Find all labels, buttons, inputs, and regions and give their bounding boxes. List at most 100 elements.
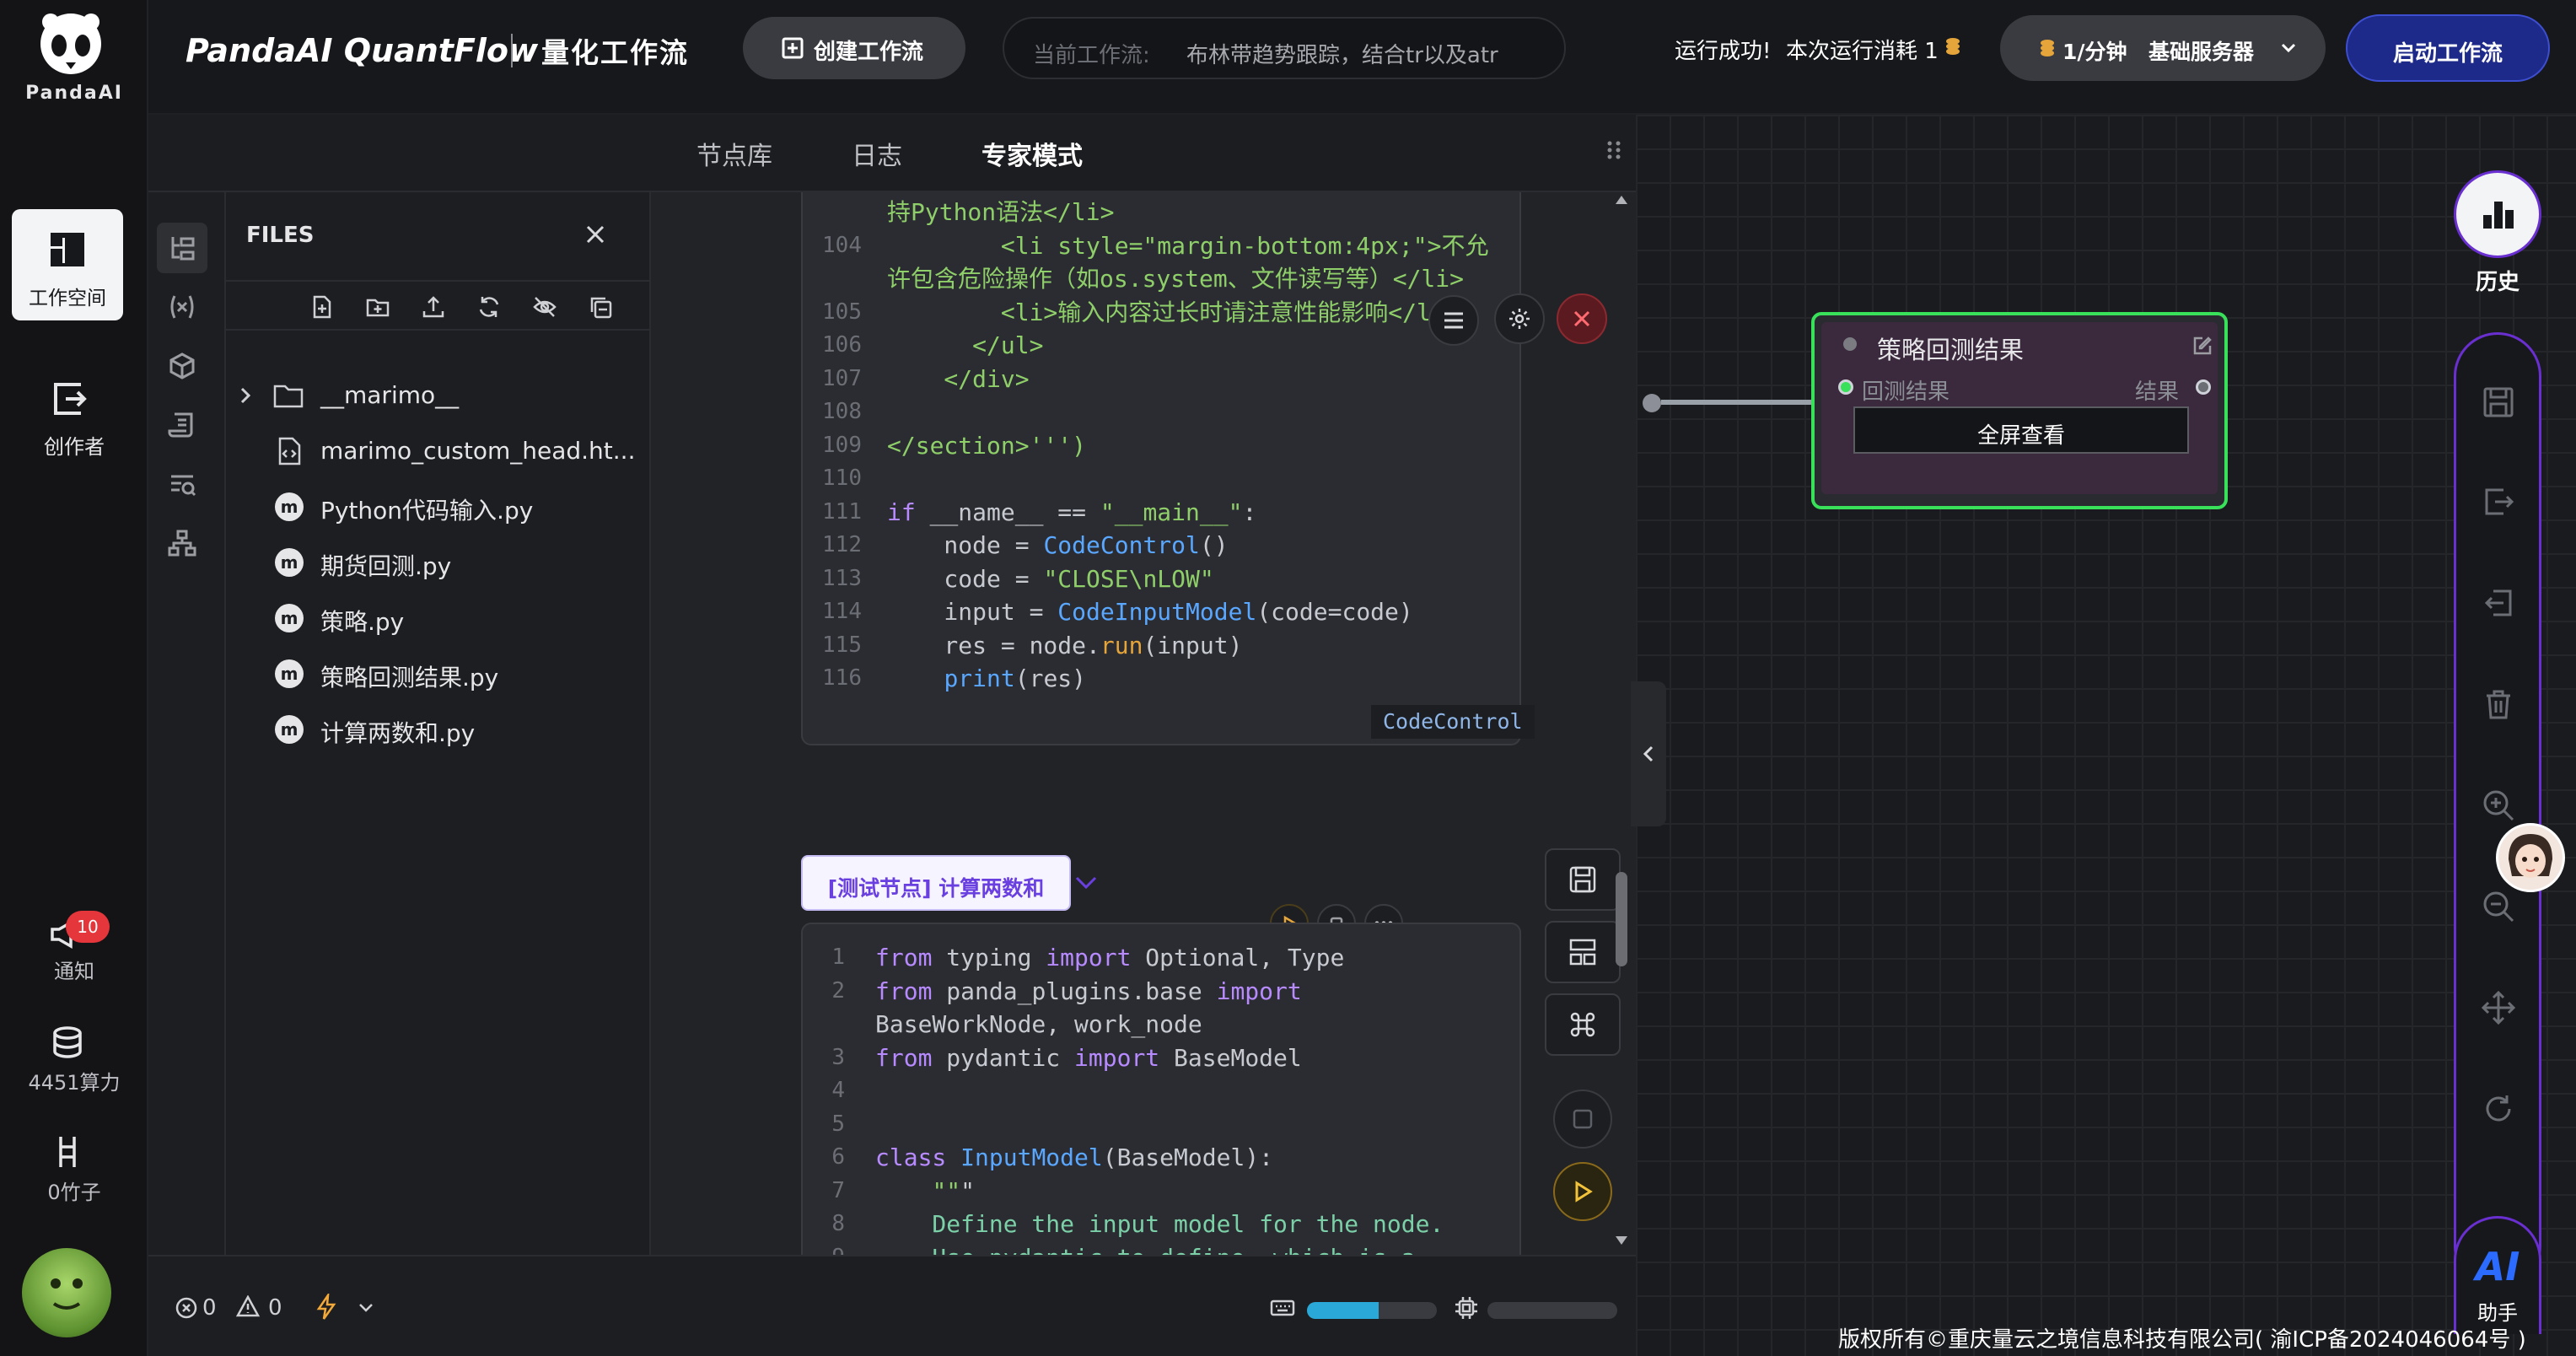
code-line: 5 bbox=[803, 1108, 1511, 1141]
code-text: from typing import Optional, Type bbox=[875, 944, 1345, 971]
line-number: 9 bbox=[786, 1241, 845, 1256]
add-square-icon bbox=[782, 37, 804, 59]
save-icon[interactable] bbox=[2478, 382, 2519, 422]
tab-log[interactable]: 日志 bbox=[852, 135, 902, 172]
import-icon[interactable] bbox=[2478, 583, 2519, 623]
code-cell-1[interactable]: 持Python语法</li> 104 <li style="margin-bott… bbox=[801, 192, 1535, 745]
current-workflow-box[interactable]: 当前工作流: 布林带趋势跟踪，结合tr以及atr bbox=[1003, 17, 1566, 79]
tab-expert-mode[interactable]: 专家模式 bbox=[981, 135, 1083, 172]
run-all-button[interactable] bbox=[1553, 1162, 1612, 1221]
start-workflow-button[interactable]: 启动工作流 bbox=[2346, 14, 2550, 82]
output-port[interactable] bbox=[2196, 379, 2211, 395]
cell-delete-button[interactable] bbox=[1557, 293, 1607, 344]
left-rail: PandaAI 工作空间 创作者 10 通知 4451算力 0竹子 bbox=[0, 0, 148, 1356]
file-item[interactable]: m 期货回测.py bbox=[226, 538, 651, 585]
lightning-icon[interactable] bbox=[315, 1294, 337, 1321]
collapse-all-icon[interactable] bbox=[583, 290, 617, 324]
chevron-down-icon[interactable] bbox=[358, 1302, 374, 1314]
workspace-nav[interactable]: 工作空间 bbox=[12, 209, 123, 320]
network-icon[interactable] bbox=[157, 518, 207, 568]
upload-icon[interactable] bbox=[417, 290, 450, 324]
file-item[interactable]: m 策略回测结果.py bbox=[226, 649, 651, 697]
marimo-file-icon: m bbox=[275, 492, 304, 521]
zoom-in-icon[interactable] bbox=[2478, 785, 2519, 826]
input-port-label: 回测结果 bbox=[1862, 379, 1950, 405]
drag-handle-icon[interactable] bbox=[1605, 140, 1624, 160]
file-tree-icon[interactable] bbox=[157, 223, 207, 273]
assistant-button[interactable]: AI 助手 bbox=[2454, 1216, 2541, 1334]
node-status-dot bbox=[1843, 337, 1857, 351]
scroll-down-icon[interactable] bbox=[1614, 1235, 1629, 1246]
export-icon[interactable] bbox=[2478, 482, 2519, 522]
refresh-icon[interactable] bbox=[2478, 1089, 2519, 1129]
line-number: 111 bbox=[822, 498, 862, 525]
stop-all-button[interactable] bbox=[1553, 1090, 1612, 1149]
move-icon[interactable] bbox=[2478, 987, 2519, 1028]
cpu-usage-bar bbox=[1487, 1302, 1617, 1319]
command-button[interactable] bbox=[1545, 993, 1621, 1056]
avatar[interactable] bbox=[22, 1248, 111, 1337]
chevron-down-icon[interactable] bbox=[1074, 875, 1098, 891]
current-flow-label: 当前工作流: bbox=[1033, 43, 1150, 68]
new-file-icon[interactable] bbox=[305, 290, 339, 324]
scroll-doc-icon[interactable] bbox=[157, 400, 207, 450]
marimo-file-icon: m bbox=[275, 548, 304, 577]
code-line: 4 bbox=[803, 1074, 1511, 1107]
run-cost: 本次运行消耗 1 bbox=[1786, 39, 1939, 64]
create-workflow-label: 创建工作流 bbox=[814, 40, 924, 65]
code-text: Use pydantic to define, which is a bbox=[875, 1241, 1415, 1256]
create-workflow-button[interactable]: 创建工作流 bbox=[743, 17, 965, 79]
scroll-up-icon[interactable] bbox=[1614, 194, 1629, 206]
code-line: 108 bbox=[803, 396, 1511, 428]
close-icon[interactable] bbox=[585, 224, 605, 245]
folder-item[interactable]: __marimo__ bbox=[226, 371, 651, 418]
test-node-label[interactable]: [测试节点] 计算两数和 bbox=[801, 855, 1071, 911]
code-text: </ul> bbox=[887, 331, 1044, 359]
cell-settings-button[interactable] bbox=[1494, 293, 1545, 344]
chevron-right-icon[interactable] bbox=[239, 386, 251, 405]
zoom-out-icon[interactable] bbox=[2478, 886, 2519, 927]
new-folder-icon[interactable] bbox=[361, 290, 395, 324]
edge-handle[interactable] bbox=[1643, 394, 1661, 412]
coin-icon bbox=[2039, 39, 2056, 57]
vertical-scrollbar[interactable] bbox=[1616, 872, 1627, 966]
layout-cell-button[interactable] bbox=[1545, 921, 1621, 983]
tab-node-library[interactable]: 节点库 bbox=[696, 135, 772, 172]
variables-icon[interactable] bbox=[157, 282, 207, 332]
bamboo-icon bbox=[52, 1135, 83, 1169]
refresh-files-icon[interactable] bbox=[472, 290, 506, 324]
file-item[interactable]: m Python代码输入.py bbox=[226, 482, 651, 530]
code-cell-2-lines: 1 from typing import Optional, Type 2 from … bbox=[803, 941, 1519, 1255]
creator-icon[interactable] bbox=[49, 379, 88, 418]
line-number: 2 bbox=[831, 977, 845, 1004]
line-number: 115 bbox=[822, 632, 862, 658]
file-item[interactable]: m 计算两数和.py bbox=[226, 705, 651, 752]
code-text: """ bbox=[932, 1176, 976, 1205]
edit-icon[interactable] bbox=[2192, 336, 2213, 356]
history-label: 历史 bbox=[2475, 270, 2520, 295]
file-item[interactable]: m 策略.py bbox=[226, 594, 651, 641]
trash-icon[interactable] bbox=[2478, 684, 2519, 724]
workspace-label: 工作空间 bbox=[29, 288, 106, 309]
line-number: 4 bbox=[831, 1078, 845, 1103]
code-cell-2[interactable]: 1 from typing import Optional, Type 2 from … bbox=[801, 923, 1521, 1255]
file-item-name: 计算两数和.py bbox=[320, 719, 476, 747]
notify-label[interactable]: 通知 bbox=[0, 955, 148, 984]
save-cell-button[interactable] bbox=[1545, 848, 1621, 911]
test-node-text: [测试节点] 计算两数和 bbox=[827, 876, 1045, 901]
result-node[interactable]: 策略回测结果 回测结果 结果 全屏查看 bbox=[1811, 312, 2228, 509]
search-list-icon[interactable] bbox=[157, 459, 207, 509]
package-icon[interactable] bbox=[157, 341, 207, 391]
input-port[interactable] bbox=[1838, 379, 1853, 395]
cell-menu-button[interactable] bbox=[1428, 295, 1479, 346]
hide-icon[interactable] bbox=[528, 290, 562, 324]
fullscreen-button[interactable]: 全屏查看 bbox=[1853, 406, 2189, 454]
code-line: 110 bbox=[803, 462, 1511, 495]
creator-label[interactable]: 创作者 bbox=[0, 430, 148, 460]
assistant-avatar[interactable] bbox=[2496, 823, 2565, 892]
file-item[interactable]: marimo_custom_head.ht... bbox=[226, 427, 651, 474]
collapse-panel-button[interactable] bbox=[1631, 681, 1666, 826]
history-button[interactable] bbox=[2454, 170, 2541, 258]
workflow-canvas[interactable]: 策略回测结果 回测结果 结果 全屏查看 历史 AI 助手 版权所有©重庆量云之境… bbox=[1636, 115, 2576, 1356]
server-select[interactable]: 1/分钟 基础服务器 bbox=[2000, 15, 2326, 81]
